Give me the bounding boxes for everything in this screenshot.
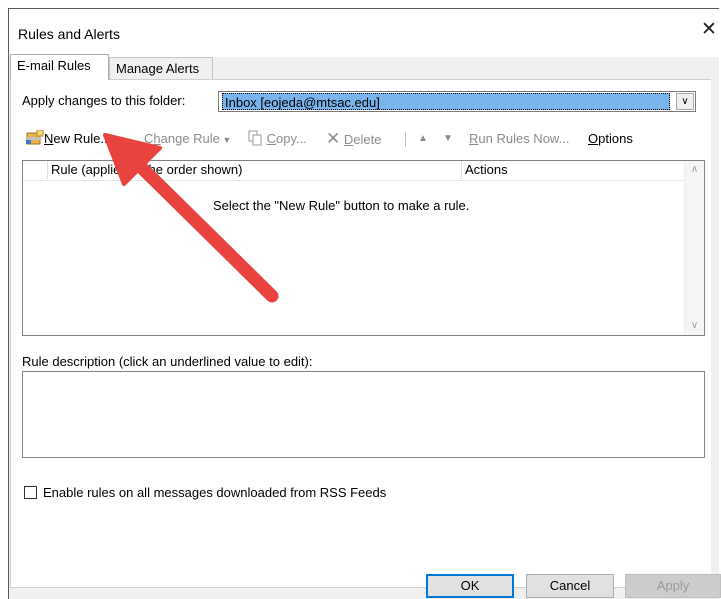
chevron-down-icon[interactable]: ∨ — [676, 93, 694, 110]
options-button[interactable]: Options — [588, 128, 633, 150]
dropdown-arrow-icon: ▼ — [219, 135, 232, 145]
rules-list[interactable]: Rule (applied in the order shown) Action… — [22, 160, 705, 336]
folder-select[interactable]: Inbox [eojeda@mtsac.edu] ∨ — [218, 91, 696, 112]
title-bar: Rules and Alerts ✕ — [9, 9, 719, 57]
rss-rules-checkbox[interactable] — [24, 486, 37, 499]
apply-button[interactable]: Apply — [625, 574, 721, 598]
column-header-rule[interactable]: Rule (applied in the order shown) — [51, 161, 243, 179]
delete-button[interactable]: ✕ Delete — [326, 128, 381, 150]
copy-icon — [248, 130, 262, 146]
window-title: Rules and Alerts — [18, 26, 120, 42]
scroll-up-icon[interactable]: ∧ — [685, 161, 704, 179]
rules-list-scrollbar[interactable]: ∧ ∨ — [684, 161, 704, 335]
rule-description-label: Rule description (click an underlined va… — [22, 354, 313, 369]
close-icon[interactable]: ✕ — [699, 19, 719, 41]
toolbar-divider — [405, 132, 406, 147]
cancel-button[interactable]: Cancel — [526, 574, 614, 598]
ok-button[interactable]: OK — [426, 574, 514, 598]
header-checkbox-column — [23, 161, 48, 179]
delete-x-icon: ✕ — [326, 129, 341, 148]
change-rule-button[interactable]: Change Rule ▼ — [144, 128, 231, 150]
folder-selected-value: Inbox [eojeda@mtsac.edu] — [222, 93, 670, 110]
rss-rules-label[interactable]: Enable rules on all messages downloaded … — [43, 485, 386, 500]
tab-manage-alerts[interactable]: Manage Alerts — [109, 57, 213, 79]
run-rules-now-button[interactable]: Run Rules Now... — [469, 128, 569, 150]
new-rule-icon — [26, 129, 44, 145]
scroll-down-icon[interactable]: ∨ — [685, 317, 704, 335]
rule-description-box[interactable] — [22, 371, 705, 458]
rules-list-header: Rule (applied in the order shown) Action… — [23, 161, 683, 181]
copy-button[interactable]: Copy... — [247, 128, 307, 150]
new-rule-button[interactable]: New Rule... — [26, 128, 111, 150]
move-down-icon[interactable]: ▼ — [443, 128, 453, 150]
folder-label: Apply changes to this folder: — [22, 93, 186, 108]
move-up-icon[interactable]: ▲ — [418, 128, 428, 150]
empty-list-message: Select the "New Rule" button to make a r… — [213, 198, 470, 213]
column-header-actions[interactable]: Actions — [465, 161, 508, 179]
tab-email-rules[interactable]: E-mail Rules — [10, 54, 109, 80]
column-divider — [461, 161, 462, 179]
